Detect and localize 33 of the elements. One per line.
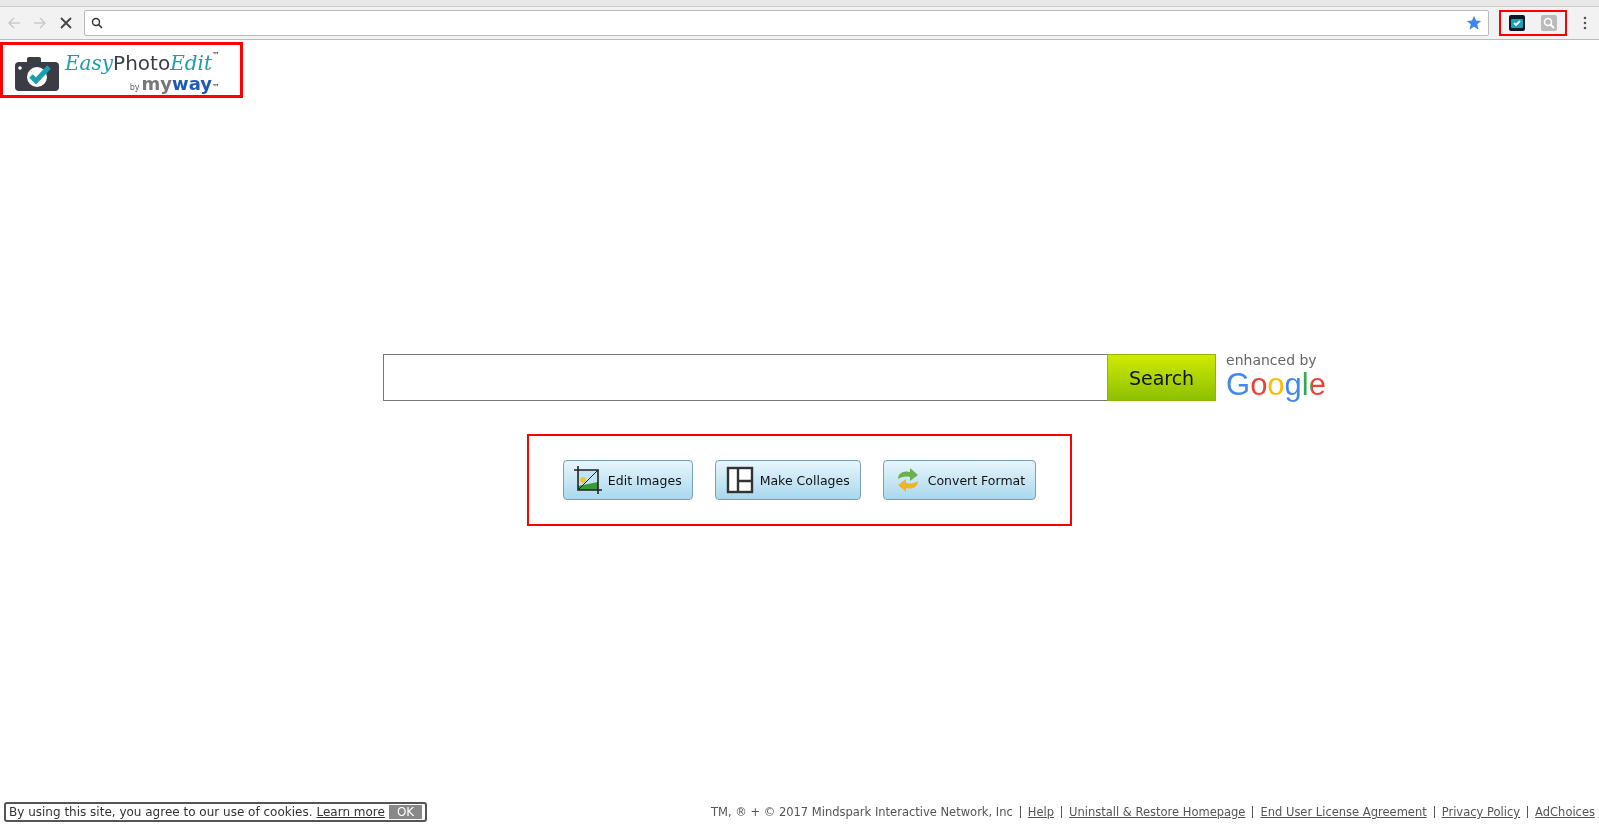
logo-text: Photo <box>113 51 171 75</box>
cookie-text: By using this site, you agree to our use of cookies. <box>9 805 313 819</box>
search-field[interactable] <box>383 354 1107 402</box>
tool-button[interactable]: Edit Images <box>562 460 693 501</box>
enhanced-by-text: enhanced by <box>1226 353 1318 369</box>
search-button[interactable]: Search <box>1107 354 1216 402</box>
address-field[interactable] <box>84 10 1489 36</box>
copyright-text: TM, ® + © 2017 Mindspark Interactive Network, Inc <box>711 805 1013 819</box>
footer-link[interactable]: Uninstall & Restore Homepage <box>1069 805 1246 819</box>
stop-icon[interactable] <box>58 15 74 31</box>
ok-button[interactable]: OK <box>388 805 423 819</box>
grid-layout-icon <box>725 466 754 495</box>
menu-icon[interactable] <box>1583 15 1587 31</box>
search-icon <box>91 17 103 29</box>
camera-check-icon[interactable] <box>1509 15 1525 31</box>
footer-link[interactable]: AdChoices <box>1535 805 1595 819</box>
bookmark-star-icon[interactable] <box>1466 15 1482 31</box>
learn-more-link[interactable]: Learn more <box>316 805 385 819</box>
tool-button[interactable]: Convert Format <box>882 460 1037 501</box>
logo-text: by <box>129 84 140 92</box>
logo-text: Edit <box>170 51 212 75</box>
logo-text: way <box>172 75 212 93</box>
logo-text: Easy <box>65 51 114 75</box>
camera-check-icon <box>15 57 59 91</box>
footer-link[interactable]: Privacy Policy <box>1441 805 1521 819</box>
logo-text: my <box>141 75 173 93</box>
tool-button[interactable]: Make Collages <box>714 460 861 501</box>
footer-link[interactable]: End User License Agreement <box>1260 805 1427 819</box>
trademark-mark: ™ <box>212 84 220 92</box>
trademark-mark: ™ <box>212 51 220 61</box>
image-crop-icon <box>573 466 602 495</box>
search-icon[interactable] <box>1541 15 1557 31</box>
footer-link[interactable]: Help <box>1027 805 1055 819</box>
